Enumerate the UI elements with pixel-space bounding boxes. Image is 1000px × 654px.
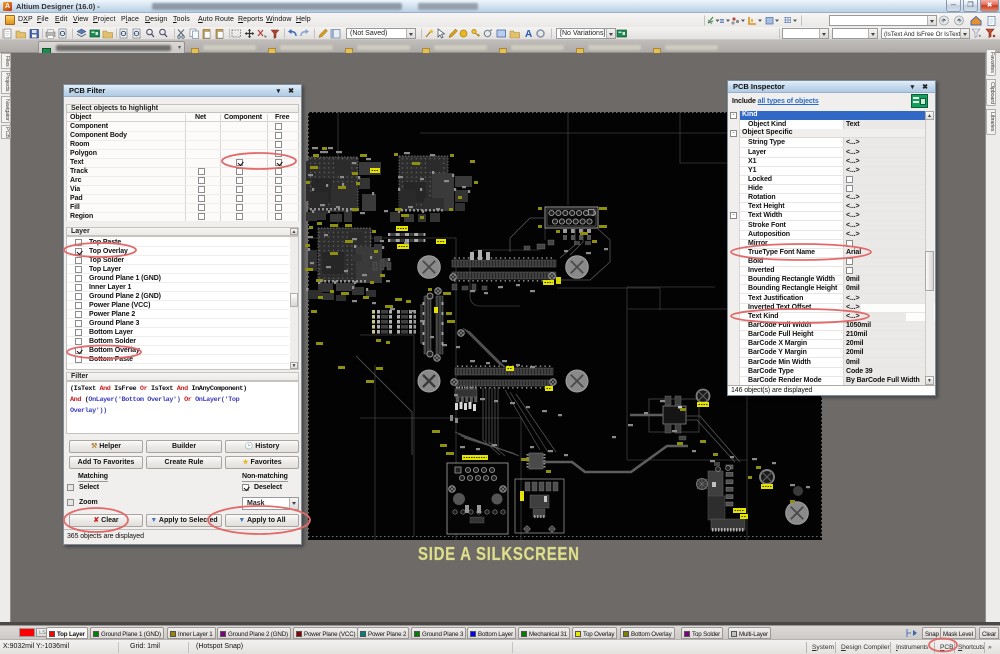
svg-text:A: A <box>525 29 532 40</box>
